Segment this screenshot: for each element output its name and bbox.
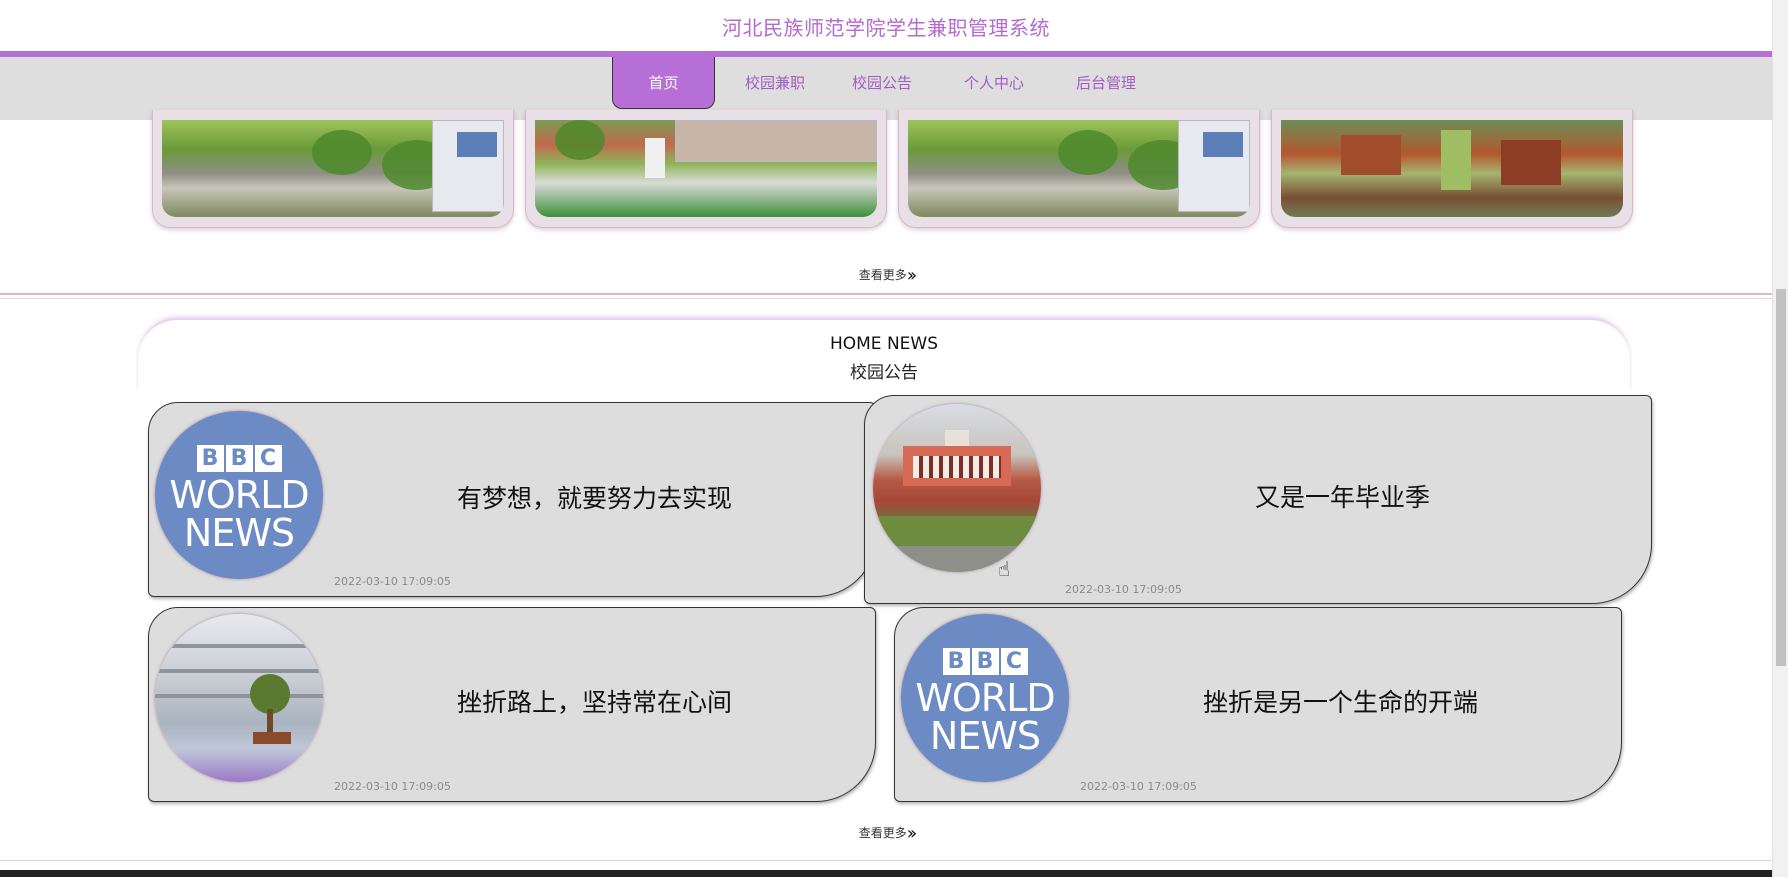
hand-cursor-icon: ☝ [998,557,1011,581]
page-scrollbar[interactable] [1772,0,1788,877]
more-label: 查看更多 [858,826,907,840]
footer-edge [0,870,1772,877]
gallery-more-link[interactable]: 查看更多›› [0,265,1772,286]
nav-item-personal-center[interactable]: 个人中心 [954,57,1034,109]
news-card[interactable]: 挫折路上，坚持常在心间 2022-03-10 17:09:05 [148,607,876,802]
bbc-world-news-logo: BBC WORLD NEWS [901,614,1069,782]
news-section-header: HOME NEWS 校园公告 [138,318,1630,393]
more-label: 查看更多 [858,268,907,282]
gallery-card[interactable] [525,110,887,228]
news-title[interactable]: 有梦想，就要努力去实现 [457,479,732,515]
news-title[interactable]: 挫折路上，坚持常在心间 [457,683,732,719]
news-title[interactable]: 挫折是另一个生命的开端 [1203,683,1478,719]
pond-photo [908,120,1250,217]
news-header-en: HOME NEWS [829,334,939,354]
double-chevron-right-icon: ›› [906,823,918,844]
double-chevron-right-icon: ›› [906,265,918,286]
news-more-link[interactable]: 查看更多›› [0,823,1772,844]
gallery-card[interactable] [1271,110,1633,228]
news-card[interactable]: 又是一年毕业季 2022-03-10 17:09:05 [864,395,1652,604]
nav-item-home[interactable]: 首页 [612,57,715,109]
courtyard-photo [155,614,323,782]
news-time: 2022-03-10 17:09:05 [1065,583,1182,596]
news-time: 2022-03-10 17:09:05 [334,575,451,588]
gallery-card[interactable] [152,110,514,228]
section-divider [0,298,1772,299]
title-bar: 河北民族师范学院学生兼职管理系统 [0,0,1772,51]
campus-building-photo [873,404,1041,572]
news-header-cn: 校园公告 [850,363,918,383]
nav-item-campus-notices[interactable]: 校园公告 [842,57,922,109]
news-card[interactable]: BBC WORLD NEWS 有梦想，就要努力去实现 2022-03-10 17… [148,402,876,597]
news-title[interactable]: 又是一年毕业季 [1255,478,1430,514]
section-divider [0,860,1772,861]
nav-item-campus-jobs[interactable]: 校园兼职 [735,57,815,109]
news-time: 2022-03-10 17:09:05 [334,780,451,793]
news-card[interactable]: BBC WORLD NEWS 挫折是另一个生命的开端 2022-03-10 17… [894,607,1622,802]
gallery-card[interactable] [898,110,1260,228]
bbc-world-news-logo: BBC WORLD NEWS [155,411,323,579]
scrollbar-thumb[interactable] [1776,289,1786,666]
news-time: 2022-03-10 17:09:05 [1080,780,1197,793]
plaza-photo [535,120,877,217]
aerial-photo [1281,120,1623,217]
site-title: 河北民族师范学院学生兼职管理系统 [722,16,1050,40]
nav-item-admin[interactable]: 后台管理 [1066,57,1146,109]
section-divider [0,293,1772,295]
pond-photo [162,120,504,217]
